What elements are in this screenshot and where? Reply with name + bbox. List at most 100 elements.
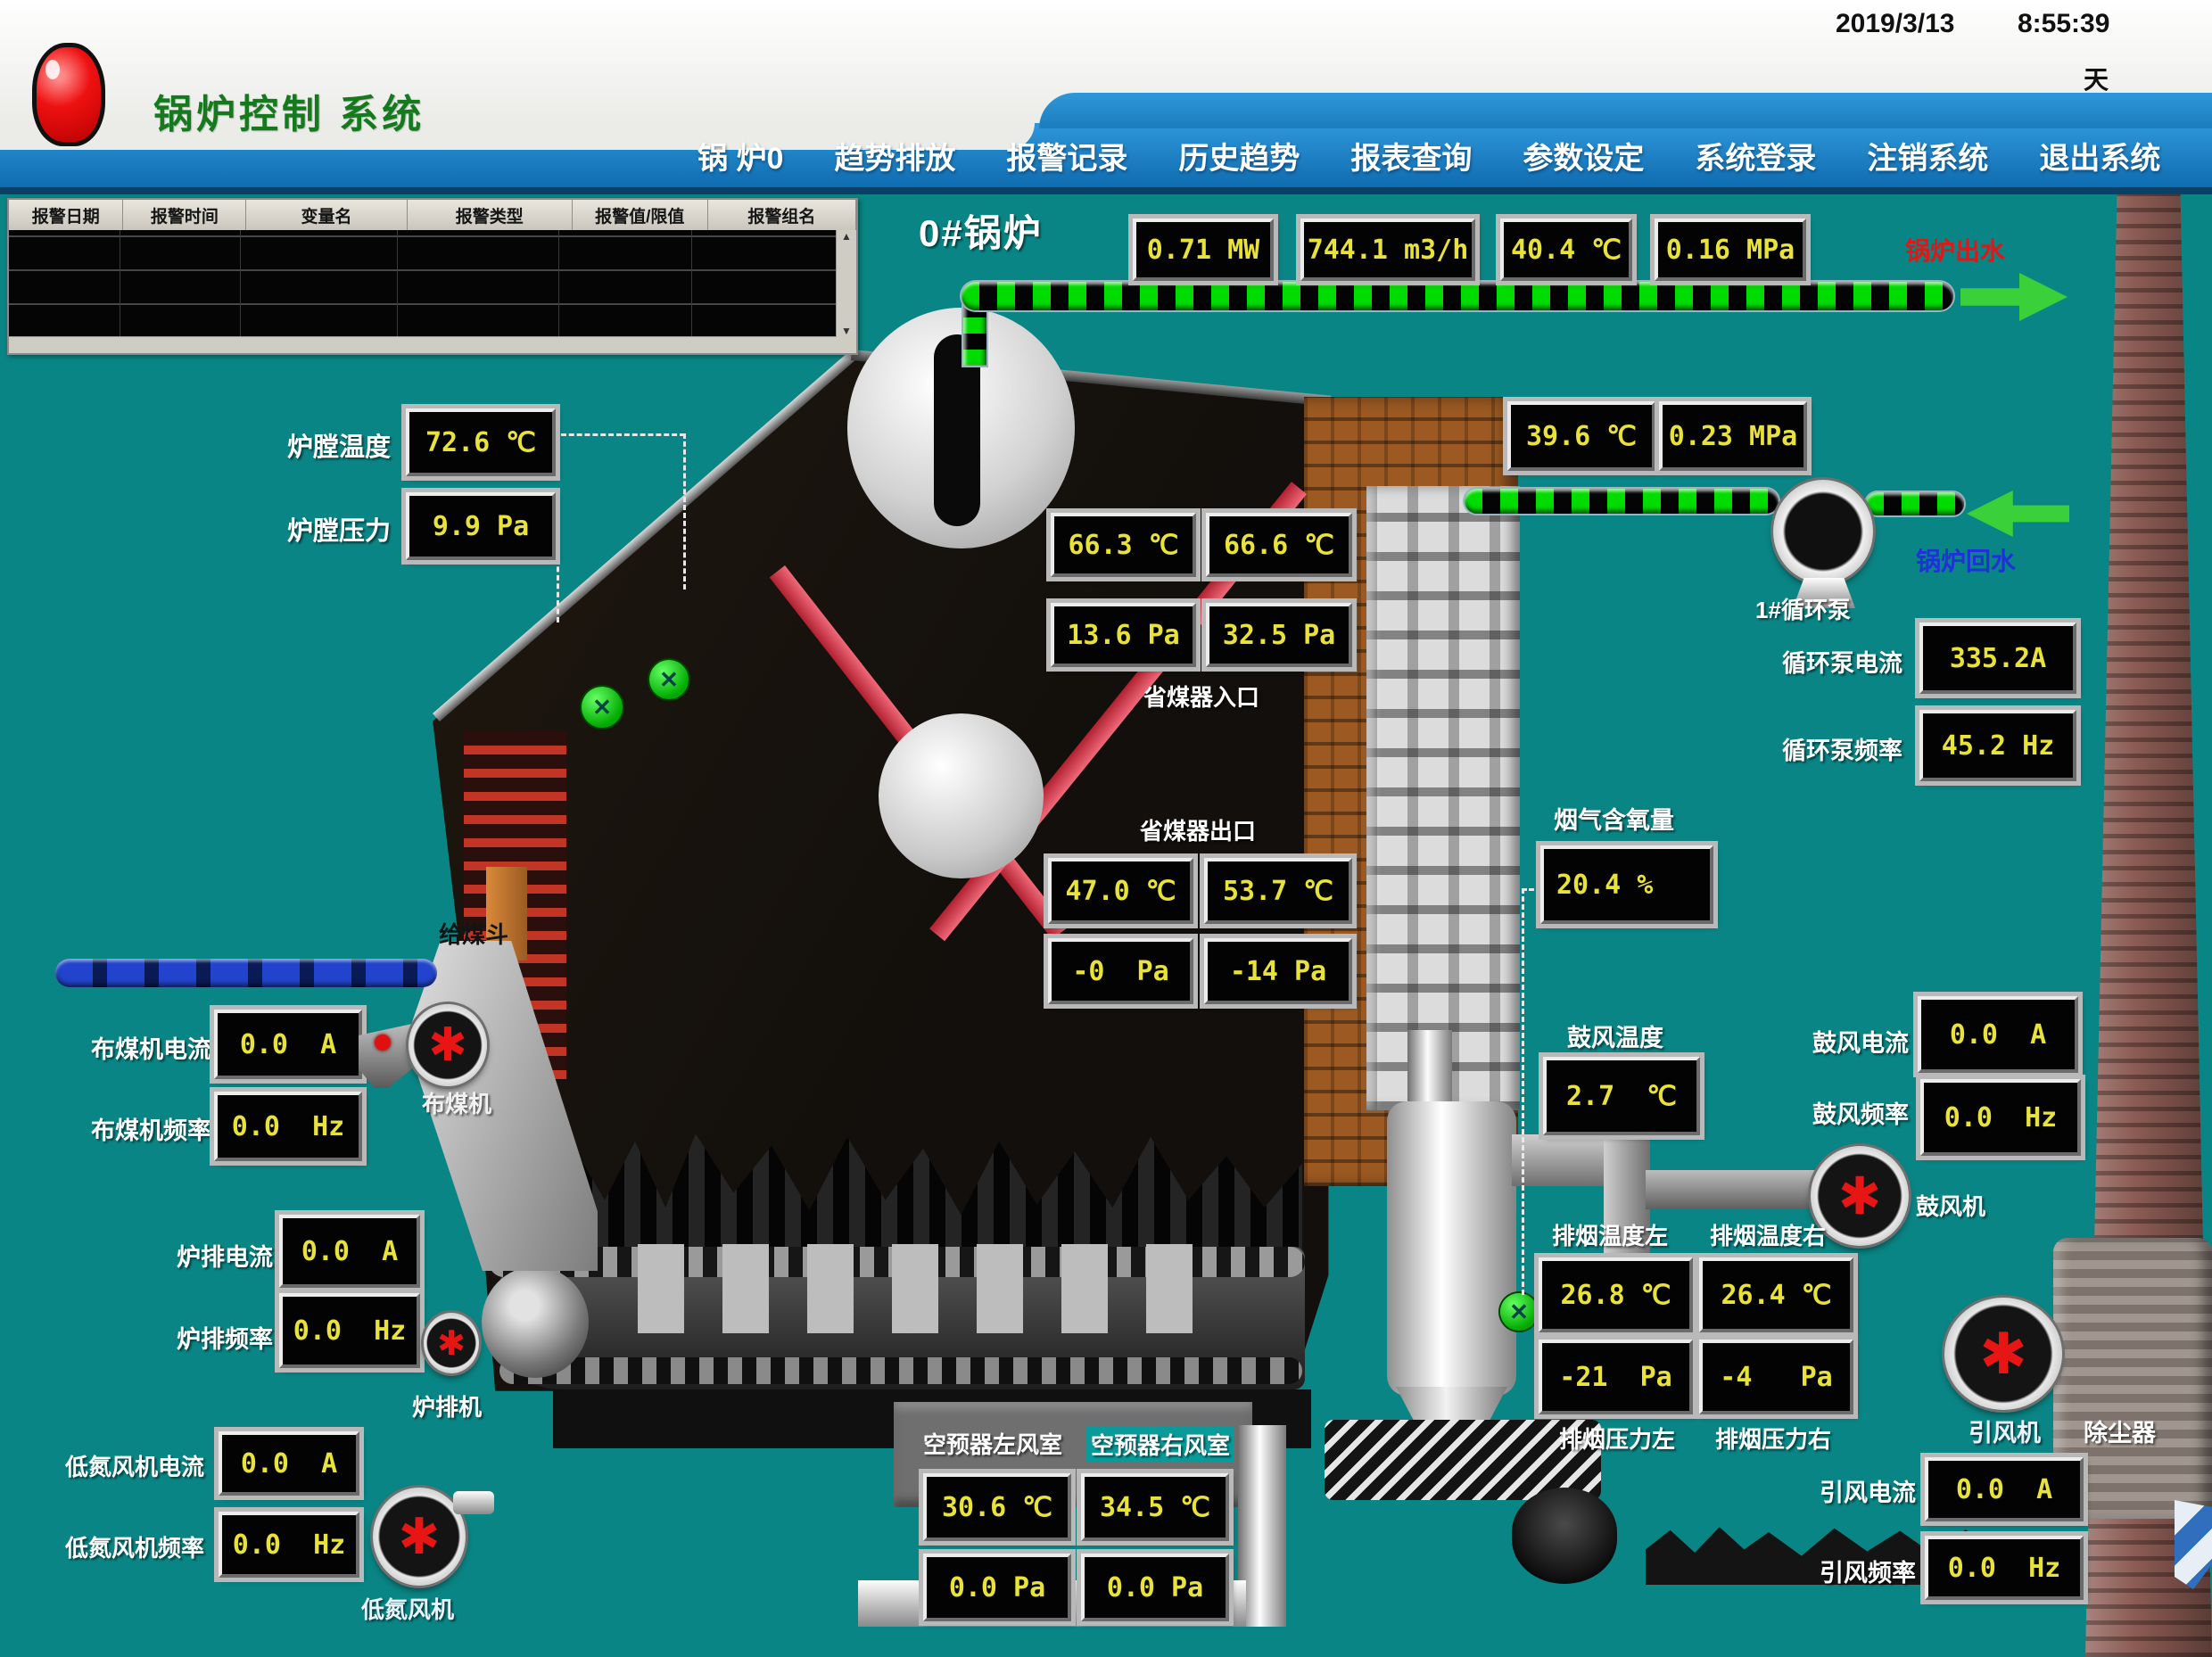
- alarm-lamp-icon: [32, 43, 105, 146]
- lownox-current-label: 低氮风机电流: [65, 1449, 204, 1482]
- menu-item-logout[interactable]: 注销系统: [1867, 134, 1988, 177]
- eco-outlet-label: 省煤器出口: [1140, 813, 1256, 846]
- coal-hopper-label: 给煤斗: [439, 917, 508, 950]
- blast-freq-label: 鼓风频率: [1812, 1095, 1909, 1130]
- alarm-col-group[interactable]: 报警组名: [708, 200, 856, 230]
- coal-feeder-hopper-icon: [359, 1024, 412, 1088]
- eco-inlet-press-right: 32.5 Pa: [1206, 603, 1352, 667]
- coal-feeder-current-label: 布煤机电流: [91, 1030, 211, 1065]
- blast-current-value: 0.0 A: [1918, 996, 2078, 1073]
- scroll-up-icon[interactable]: ▲: [841, 230, 852, 243]
- menu-item-params[interactable]: 参数设定: [1523, 134, 1644, 177]
- link-line: [1522, 888, 1524, 1295]
- outlet-pipe-label: 锅炉出水: [1905, 232, 2005, 268]
- coal-feeder-label: 布煤机: [422, 1086, 491, 1119]
- menu-bar-curve: [1039, 93, 2212, 128]
- return-temp-value: 39.6 ℃: [1507, 401, 1655, 471]
- grate-freq-label: 炉排频率: [177, 1320, 273, 1355]
- outlet-pipe: [962, 282, 1953, 310]
- valve-icon[interactable]: [649, 660, 689, 699]
- return-pipe-left: [1465, 489, 1779, 514]
- exhaust-press-left-label: 排烟压力左: [1559, 1422, 1675, 1455]
- grate-freq-value: 0.0 Hz: [279, 1293, 420, 1368]
- valve-icon[interactable]: [1500, 1293, 1538, 1331]
- menu-items: 锅 炉0 趋势排放 报警记录 历史趋势 报表查询 参数设定 系统登录 注销系统 …: [697, 134, 2205, 177]
- induced-current-value: 0.0 A: [1925, 1457, 2084, 1521]
- eco-outlet-press-right: -14 Pa: [1204, 938, 1352, 1004]
- preheater-right-temp: 34.5 ℃: [1081, 1473, 1229, 1541]
- induced-current-label: 引风电流: [1820, 1473, 1916, 1508]
- cyclone-body: [1387, 1101, 1516, 1396]
- preheater-right-label: 空预器右风室: [1086, 1427, 1234, 1462]
- alarm-col-type[interactable]: 报警类型: [408, 200, 573, 230]
- app-title: 锅炉控制 系统: [153, 82, 425, 139]
- slag-motor-drum: [1512, 1488, 1617, 1584]
- time-text: 8:55:39: [2018, 9, 2109, 39]
- exhaust-temp-right-value: 26.4 ℃: [1699, 1257, 1853, 1332]
- return-flow-arrow-icon: [1967, 491, 2069, 537]
- alarm-col-tag[interactable]: 变量名: [246, 200, 407, 230]
- oxygen-label: 烟气含氧量: [1554, 801, 1674, 836]
- blast-fan-label: 鼓风机: [1916, 1189, 1985, 1222]
- scroll-down-icon[interactable]: ▼: [841, 325, 852, 337]
- valve-icon[interactable]: [582, 687, 623, 728]
- blast-current-label: 鼓风电流: [1812, 1024, 1909, 1059]
- alarm-col-date[interactable]: 报警日期: [9, 200, 123, 230]
- exhaust-temp-right-label: 排烟温度右: [1710, 1218, 1826, 1251]
- alarm-table: 报警日期 报警时间 变量名 报警类型 报警值/限值 报警组名 ▲▼: [7, 198, 858, 355]
- lownox-fan-outlet: [453, 1491, 494, 1514]
- exhaust-temp-left-label: 排烟温度左: [1552, 1218, 1668, 1251]
- economizer-lattice: [1366, 486, 1520, 1110]
- exhaust-temp-left-value: 26.8 ℃: [1539, 1257, 1693, 1332]
- menu-item-trend[interactable]: 趋势排放: [834, 134, 955, 177]
- exhaust-press-right-value: -4 Pa: [1699, 1340, 1853, 1414]
- menu-item-exit[interactable]: 退出系统: [2039, 134, 2160, 177]
- eco-outlet-temp-left: 47.0 ℃: [1048, 858, 1193, 924]
- eco-inlet-temp-right: 66.6 ℃: [1206, 513, 1352, 577]
- alarm-scrollbar-horizontal[interactable]: [9, 336, 837, 353]
- grate-current-value: 0.0 A: [279, 1215, 420, 1288]
- outlet-pipe-riser: [963, 303, 986, 366]
- boiler-outlet-temp-value: 40.4 ℃: [1500, 218, 1632, 281]
- furnace-press-value: 9.9 Pa: [406, 492, 556, 560]
- induced-fan-icon[interactable]: [1944, 1298, 2062, 1410]
- induced-fan-label: 引风机: [1969, 1414, 2041, 1448]
- grate-current-label: 炉排电流: [177, 1238, 273, 1273]
- alarm-col-time[interactable]: 报警时间: [123, 200, 246, 230]
- oxygen-value: 20.4 %: [1540, 845, 1713, 924]
- circulation-pump-label: 1#循环泵: [1755, 592, 1851, 625]
- circ-pump-freq-label: 循环泵频率: [1782, 731, 1902, 766]
- alarm-col-value[interactable]: 报警值/限值: [573, 200, 708, 230]
- coal-feeder-fan-icon[interactable]: [409, 1004, 487, 1086]
- outlet-flow-arrow-icon: [1960, 273, 2068, 321]
- alarm-table-body[interactable]: [9, 230, 837, 337]
- link-line: [557, 558, 559, 622]
- menu-item-reports[interactable]: 报表查询: [1350, 134, 1472, 177]
- circ-pump-current-value: 335.2A: [1919, 622, 2076, 694]
- cyclone-inlet-pipe: [1407, 1030, 1452, 1110]
- furnace-temp-label: 炉膛温度: [287, 426, 391, 464]
- grate-fan-icon[interactable]: [424, 1313, 479, 1373]
- furnace-press-label: 炉膛压力: [287, 510, 391, 548]
- eco-inlet-label: 省煤器入口: [1143, 680, 1259, 713]
- link-line: [683, 433, 686, 589]
- circulation-pump-icon[interactable]: [1773, 480, 1873, 583]
- boiler-title: 0#锅炉: [919, 203, 1043, 258]
- lownox-fan-label: 低氮风机: [361, 1592, 454, 1625]
- preheater-left-temp: 30.6 ℃: [923, 1473, 1071, 1541]
- lownox-fan-icon[interactable]: [373, 1488, 466, 1586]
- water-pipe-blue: [55, 959, 437, 987]
- alarm-scrollbar-vertical[interactable]: ▲▼: [836, 230, 856, 337]
- menu-item-boiler0[interactable]: 锅 炉0: [697, 134, 783, 177]
- menu-item-alarms[interactable]: 报警记录: [1006, 134, 1127, 177]
- lownox-current-value: 0.0 A: [219, 1431, 359, 1496]
- return-press-value: 0.23 MPa: [1659, 401, 1807, 471]
- grate-blocks: [638, 1244, 1226, 1333]
- induced-freq-value: 0.0 Hz: [1925, 1536, 2084, 1600]
- lownox-freq-label: 低氮风机频率: [65, 1530, 204, 1563]
- circ-pump-current-label: 循环泵电流: [1782, 644, 1902, 679]
- menu-item-login[interactable]: 系统登录: [1695, 134, 1816, 177]
- eco-inlet-press-left: 13.6 Pa: [1051, 603, 1196, 667]
- preheater-left-label: 空预器左风室: [923, 1427, 1062, 1460]
- menu-item-history[interactable]: 历史趋势: [1178, 134, 1300, 177]
